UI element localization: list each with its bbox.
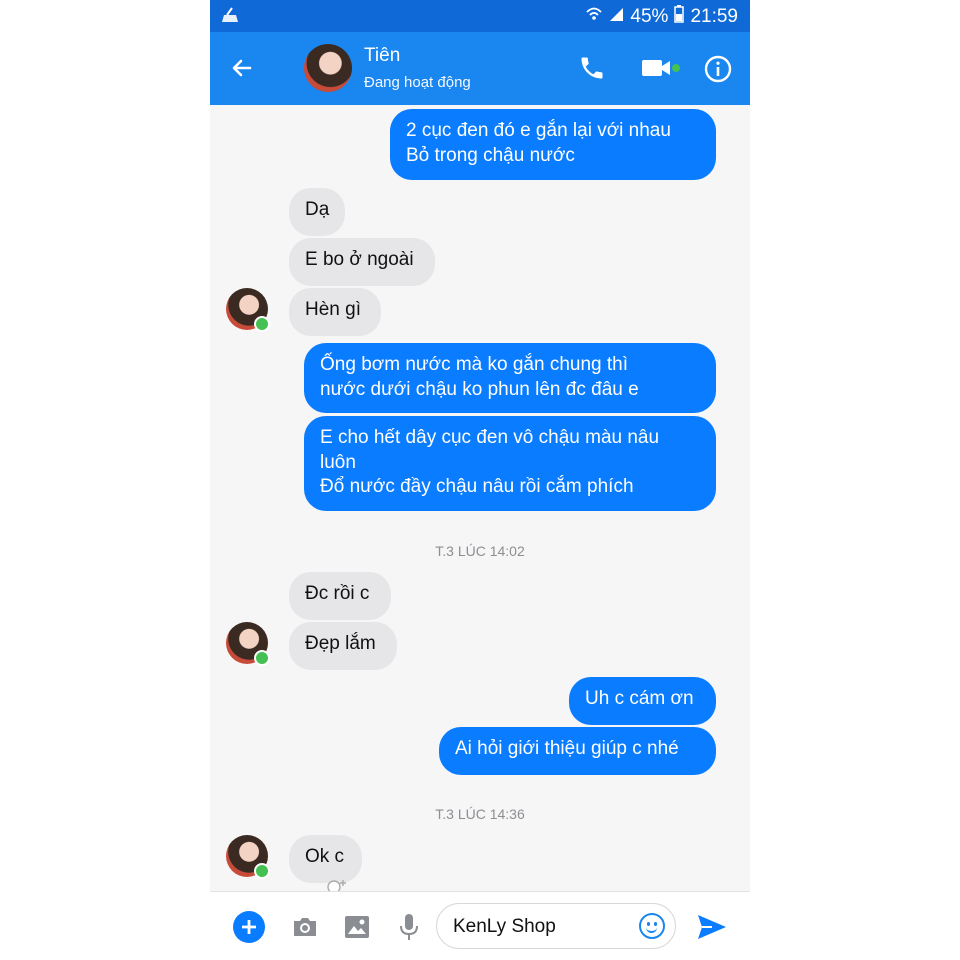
outgoing-message[interactable]: 2 cục đen đó e gắn lại với nhau Bỏ trong… — [390, 109, 716, 180]
wifi-icon — [586, 6, 603, 28]
add-icon[interactable] — [233, 911, 265, 943]
online-indicator — [254, 316, 270, 332]
outgoing-message[interactable]: Ống bơm nước mà ko gắn chung thì nước dư… — [304, 343, 716, 413]
outgoing-message[interactable]: E cho hết dây cục đen vô chậu màu nâu lu… — [304, 416, 716, 511]
contact-status: Đang hoạt động — [364, 74, 471, 91]
signal-icon — [608, 6, 624, 28]
status-bar: 45% 21:59 — [210, 0, 750, 32]
phone-icon[interactable] — [576, 52, 608, 84]
back-arrow-icon[interactable] — [228, 54, 256, 82]
incoming-message[interactable]: Dạ — [289, 188, 345, 236]
online-indicator — [254, 863, 270, 879]
incoming-message[interactable]: Hèn gì — [289, 288, 381, 336]
image-icon[interactable] — [342, 912, 372, 942]
message-input[interactable]: KenLy Shop — [436, 903, 676, 949]
notification-icon — [220, 6, 240, 29]
contact-avatar[interactable] — [226, 622, 270, 666]
emoji-icon[interactable] — [639, 913, 665, 939]
microphone-icon[interactable] — [396, 912, 422, 942]
message-input-text: KenLy Shop — [453, 916, 556, 937]
clock: 21:59 — [690, 6, 738, 27]
contact-name[interactable]: Tiên — [364, 45, 400, 67]
battery-percent: 45% — [630, 6, 669, 27]
contact-avatar[interactable] — [226, 288, 270, 332]
battery-icon — [674, 5, 685, 29]
conversation-header: Tiên Đang hoạt động — [210, 32, 750, 105]
contact-avatar[interactable] — [304, 44, 352, 92]
contact-avatar[interactable] — [226, 835, 270, 879]
video-camera-icon[interactable] — [640, 54, 682, 82]
outgoing-message[interactable]: Ai hỏi giới thiệu giúp c nhé — [439, 727, 716, 775]
timestamp: T.3 LÚC 14:36 — [435, 806, 525, 822]
online-indicator — [254, 650, 270, 666]
messenger-screen: 45% 21:59 Tiên Đang hoạt động 2 cục đen … — [210, 0, 750, 960]
send-icon[interactable] — [696, 912, 728, 942]
outgoing-message[interactable]: Uh c cám ơn — [569, 677, 716, 725]
info-icon[interactable] — [703, 54, 733, 84]
incoming-message[interactable]: Ok c — [289, 835, 362, 883]
composer-bar: KenLy Shop — [210, 891, 750, 960]
timestamp: T.3 LÚC 14:02 — [435, 543, 525, 559]
incoming-message[interactable]: Đẹp lắm — [289, 622, 397, 670]
incoming-message[interactable]: E bo ở ngoài — [289, 238, 435, 286]
camera-icon[interactable] — [289, 912, 321, 942]
incoming-message[interactable]: Đc rồi c — [289, 572, 391, 620]
